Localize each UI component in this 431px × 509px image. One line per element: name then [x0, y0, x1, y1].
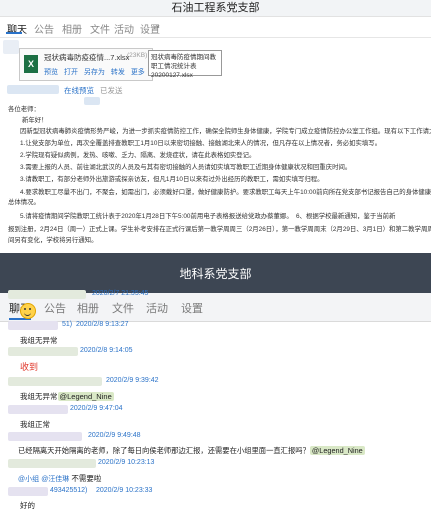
group-header: 地科系党支部 — [0, 253, 431, 293]
doc-paragraph: 6、根据学校最新通知，鉴于当前新 — [296, 213, 396, 220]
message-time: 2020/2/8 9:14:05 — [80, 347, 133, 354]
tab-announcement[interactable]: 公告 — [44, 300, 66, 316]
redacted-name — [8, 459, 96, 468]
chevron-down-icon[interactable]: ▾ — [156, 23, 160, 31]
message-body: 已经隔离天开始隔离的老师，除了每日向侯老师那边汇报，还需要在小组里面一直汇报吗？ — [18, 446, 310, 455]
message-time: 2020/2/9 9:39:42 — [106, 377, 159, 384]
doc-paragraph: 5.请将疫情期间学院教职工统计表于2020年1月28日下午5:00前用电子表格报… — [20, 213, 293, 220]
redacted-name — [8, 377, 102, 386]
save-as-link[interactable]: 另存为 — [84, 69, 105, 76]
sender-avatar — [3, 40, 19, 54]
doc-newyear: 新年好！ — [22, 117, 48, 124]
tab-files[interactable]: 文件 — [112, 300, 134, 316]
message-time: 2020/2/7 21:35:45 — [92, 290, 149, 297]
message-time: 2020/2/9 10:23:13 — [98, 459, 155, 466]
mention-tag[interactable]: @Legend_Nine — [309, 446, 365, 455]
mention-tag[interactable]: @Legend_Nine — [57, 392, 114, 401]
doc-paragraph: 间另有变化，学校将另行通知。 — [8, 237, 98, 244]
doc-paragraph: 4.要求教职工尽量不出门，不聚会，如需出门，必须戴好口罩，做好健康防护。要求教职… — [20, 189, 431, 196]
redacted-name — [8, 487, 48, 496]
bottom-screenshot: 地科系党支部 聊天 公告 相册 文件 活动 设置 2020/2/7 21:35:… — [0, 253, 431, 509]
file-card[interactable]: X 冠状病毒防疫疫情...7.xlsx (23KB) 预览 打开 另存为 转发 … — [19, 48, 153, 81]
divider — [0, 37, 431, 38]
message-time: 2020/2/9 9:49:48 — [88, 432, 141, 439]
more-link[interactable]: 更多 — [131, 69, 145, 76]
file-name: 冠状病毒防疫疫情...7.xlsx — [44, 53, 130, 62]
file-actions: 预览 打开 另存为 转发 更多 — [44, 67, 149, 77]
tab-underline — [6, 32, 22, 34]
preview-link[interactable]: 预览 — [44, 69, 58, 76]
doc-paragraph: 1.让党支部为单位，再次全覆盖排查教职工1月10日以来密切接触、接触湖北来人的情… — [20, 140, 382, 147]
redacted-name — [8, 290, 86, 299]
open-link[interactable]: 打开 — [64, 69, 78, 76]
redacted-name — [7, 85, 59, 94]
group-title: 地科系党支部 — [179, 267, 252, 281]
group-tab-bar: 聊天 公告 相册 文件 活动 设置 ▾ — [0, 18, 431, 36]
doc-paragraph: 因新型冠状病毒肺炎疫情形势严峻，为进一步抓实疫情防控工作，确保全院师生身体健康，… — [20, 128, 431, 135]
redacted-name — [8, 405, 68, 414]
tab-files[interactable]: 文件 — [90, 21, 110, 36]
doc-paragraph: 3.请教职工，有部分老师外出旅游或探亲访友，但凡1月10日以来有过外出经历的教职… — [20, 176, 324, 183]
mention-tag[interactable]: @小组 — [18, 476, 39, 483]
mention-tag[interactable]: @汪佳琳 — [41, 476, 69, 483]
doc-paragraph: 3.需要上报的人员、前往湖北武汉的人员及与其有密切接触的人员请如实填写教职工近期… — [20, 164, 352, 171]
redacted-name — [8, 432, 82, 441]
file-size: (23KB) — [127, 52, 148, 59]
message-text: 收到 — [20, 362, 39, 372]
tab-announcement[interactable]: 公告 — [34, 21, 54, 36]
redacted-name — [84, 97, 100, 105]
message-text: 我组无异常 — [20, 336, 58, 345]
sent-status: 已发送 — [100, 86, 123, 95]
message-time: 2020/2/9 10:23:33 — [96, 487, 153, 494]
message-text: 好的 — [20, 501, 35, 509]
top-screenshot: 石油工程系党支部 聊天 公告 相册 文件 活动 设置 ▾ X 冠状病毒防疫疫情.… — [0, 0, 431, 253]
doc-greeting: 各位老师： — [8, 106, 40, 113]
group-title: 石油工程系党支部 — [0, 0, 431, 17]
message-body: 不需要啦 — [71, 474, 102, 483]
excel-file-icon: X — [24, 55, 38, 73]
sender-qq: 493425512) — [50, 487, 88, 494]
tab-activity[interactable]: 活动 — [146, 300, 168, 316]
redacted-name — [8, 321, 58, 330]
doc-paragraph: 总体情况。 — [8, 199, 40, 206]
doc-paragraph: 报到注册，2月24日（周一）正式上课。学生补考安排在正式行课后第一教学周周三（2… — [8, 226, 431, 233]
redacted-name — [8, 347, 78, 356]
message-time: 2020/2/9 9:47:04 — [70, 405, 123, 412]
sender-qq: 51) — [62, 321, 73, 328]
file-tooltip: 冠状病毒防疫情期间教职工情况统计表20200127.xlsx — [148, 50, 222, 79]
online-preview-link[interactable]: 在线预览 — [64, 85, 94, 96]
message-time: 2020/2/8 9:13:27 — [76, 321, 129, 328]
tab-settings[interactable]: 设置 — [181, 300, 203, 316]
message-text: 已经隔离天开始隔离的老师，除了每日向侯老师那边汇报，还需要在小组里面一直汇报吗？… — [18, 446, 365, 456]
tab-album[interactable]: 相册 — [62, 21, 82, 36]
message-body: 我组无异常 — [20, 392, 58, 401]
tab-activity[interactable]: 活动 — [114, 21, 134, 36]
forward-link[interactable]: 转发 — [111, 69, 125, 76]
smile-emoji-icon — [20, 303, 36, 319]
doc-paragraph: 2.学院现有疑似病例，发热、咳嗽、乏力、隔离、发烧症状，请在此表格如实登记。 — [20, 152, 256, 159]
message-text: @小组 @汪佳琳 不需要啦 — [18, 473, 101, 484]
message-text: 我组无异常 @Legend_Nine — [20, 391, 114, 402]
tab-album[interactable]: 相册 — [77, 300, 99, 316]
message-text: 我组正常 — [20, 420, 50, 429]
